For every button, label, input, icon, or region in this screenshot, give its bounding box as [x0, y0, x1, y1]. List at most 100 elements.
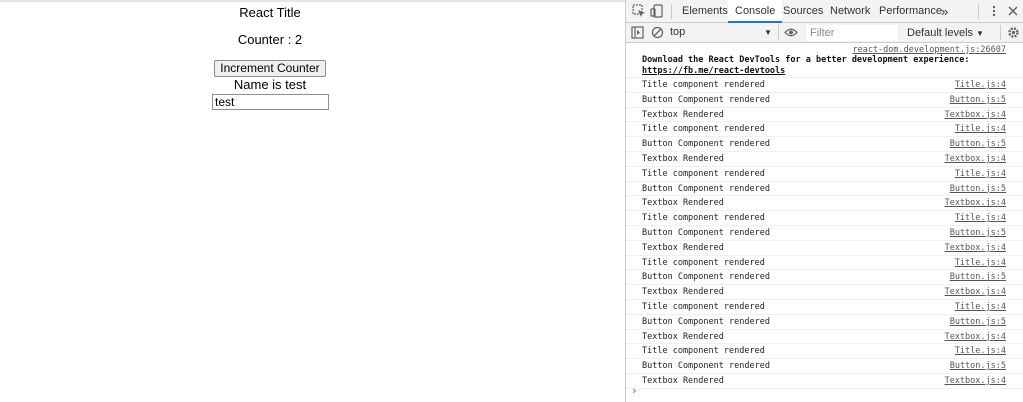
- console-log-row: Button Component rendered Button.js:5: [626, 270, 1023, 286]
- console-log-row: Textbox Rendered Textbox.js:4: [626, 330, 1023, 345]
- console-log-row: Textbox Rendered Textbox.js:4: [626, 285, 1023, 300]
- devtools-panel: Elements Console Sources Network Perform…: [625, 0, 1023, 402]
- close-icon[interactable]: [1006, 4, 1020, 18]
- react-title-heading: React Title: [239, 5, 301, 20]
- console-source-link[interactable]: Title.js:4: [955, 256, 1006, 271]
- context-select-value: top: [670, 26, 686, 38]
- devtools-message-text: Download the React DevTools for a better…: [642, 55, 1010, 77]
- toolbar-divider: [1000, 25, 1001, 40]
- console-source-link[interactable]: Textbox.js:4: [945, 196, 1006, 211]
- tab-sources[interactable]: Sources: [783, 0, 823, 23]
- tab-network[interactable]: Network: [830, 0, 870, 23]
- console-source-link[interactable]: Button.js:5: [950, 359, 1006, 374]
- console-log-row: Textbox Rendered Textbox.js:4: [626, 196, 1023, 212]
- console-source-link[interactable]: Textbox.js:4: [945, 285, 1006, 300]
- tab-elements[interactable]: Elements: [682, 0, 728, 23]
- console-source-link[interactable]: Textbox.js:4: [945, 241, 1006, 256]
- console-log-message: Button Component rendered: [642, 361, 770, 372]
- console-log-message: Textbox Rendered: [642, 375, 724, 386]
- console-log-row: Title component rendered Title.js:4: [626, 256, 1023, 271]
- name-input[interactable]: [212, 94, 329, 110]
- console-source-link[interactable]: Button.js:5: [950, 226, 1006, 241]
- console-toolbar: top ▼ Default levels▼: [626, 23, 1023, 43]
- chevron-down-icon: ▼: [976, 29, 984, 38]
- console-log-row: Button Component rendered Button.js:5: [626, 182, 1023, 197]
- console-source-link[interactable]: Button.js:5: [950, 315, 1006, 330]
- console-source-link[interactable]: Textbox.js:4: [945, 108, 1006, 123]
- console-source-link[interactable]: Textbox.js:4: [945, 374, 1006, 389]
- context-select[interactable]: top ▼: [670, 24, 774, 41]
- console-source-link[interactable]: Title.js:4: [955, 122, 1006, 137]
- tab-performance[interactable]: Performance: [879, 0, 942, 23]
- console-source-link[interactable]: Title.js:4: [955, 344, 1006, 359]
- console-source-link[interactable]: react-dom.development.js:26607: [852, 45, 1006, 55]
- devtools-message-link[interactable]: https://fb.me/react-devtools: [642, 66, 785, 76]
- console-output: react-dom.development.js:26607 Download …: [626, 44, 1023, 402]
- console-log-message: Button Component rendered: [642, 316, 770, 327]
- app-viewport: React Title Counter : 2 Increment Counte…: [0, 0, 625, 402]
- console-log-row: Button Component rendered Button.js:5: [626, 93, 1023, 108]
- console-log-message: Title component rendered: [642, 124, 765, 135]
- console-source-link[interactable]: Title.js:4: [955, 78, 1006, 93]
- chevron-down-icon: ▼: [764, 28, 772, 37]
- console-log-message: Button Component rendered: [642, 183, 770, 194]
- console-source-link[interactable]: Textbox.js:4: [945, 330, 1006, 345]
- kebab-menu-icon[interactable]: [987, 4, 1001, 18]
- console-log-row: Button Component rendered Button.js:5: [626, 226, 1023, 241]
- toolbar-divider: [978, 4, 979, 19]
- eye-icon[interactable]: [784, 26, 798, 40]
- console-log-message: Textbox Rendered: [642, 198, 724, 209]
- console-log-message: Textbox Rendered: [642, 153, 724, 164]
- console-log-row: Textbox Rendered Textbox.js:4: [626, 152, 1023, 167]
- console-source-link[interactable]: Button.js:5: [950, 270, 1006, 285]
- console-log-row: Title component rendered Title.js:4: [626, 211, 1023, 226]
- console-log-row: Title component rendered Title.js:4: [626, 167, 1023, 182]
- clear-console-icon[interactable]: [651, 26, 665, 40]
- inspect-icon[interactable]: [632, 4, 646, 18]
- console-source-link[interactable]: Title.js:4: [955, 167, 1006, 182]
- console-log-row: Title component rendered Title.js:4: [626, 344, 1023, 360]
- console-log-row: Button Component rendered Button.js:5: [626, 359, 1023, 374]
- console-log-row: Title component rendered Title.js:4: [626, 122, 1023, 138]
- console-log-message: Button Component rendered: [642, 94, 770, 105]
- sidebar-toggle-icon[interactable]: [631, 26, 645, 40]
- tab-console[interactable]: Console: [728, 0, 783, 23]
- console-log-message: Title component rendered: [642, 346, 765, 357]
- console-log-message: Button Component rendered: [642, 272, 770, 283]
- console-log-row: Button Component rendered Button.js:5: [626, 315, 1023, 330]
- console-log-message: Button Component rendered: [642, 227, 770, 238]
- console-log-message: Button Component rendered: [642, 139, 770, 150]
- settings-gear-icon[interactable]: [1007, 26, 1021, 40]
- console-log-message: Title component rendered: [642, 80, 765, 90]
- devtools-tabbar: Elements Console Sources Network Perform…: [626, 0, 1023, 23]
- console-prompt[interactable]: ›: [631, 384, 638, 397]
- toolbar-divider: [671, 4, 672, 19]
- console-log-message: Textbox Rendered: [642, 287, 724, 298]
- increment-container: Increment Counter: [0, 59, 540, 77]
- console-log-message: Title component rendered: [642, 257, 765, 268]
- console-log-row: Title component rendered Title.js:4: [626, 300, 1023, 315]
- console-source-link[interactable]: Button.js:5: [950, 93, 1006, 108]
- console-filter-input[interactable]: [806, 25, 898, 41]
- console-log-message: Textbox Rendered: [642, 242, 724, 253]
- console-log-message: Title component rendered: [642, 168, 765, 179]
- console-source-link[interactable]: Textbox.js:4: [945, 152, 1006, 167]
- console-source-link[interactable]: Title.js:4: [955, 300, 1006, 315]
- console-message-devtools: react-dom.development.js:26607 Download …: [626, 44, 1023, 78]
- console-source-link[interactable]: Button.js:5: [950, 137, 1006, 152]
- console-source-link[interactable]: Button.js:5: [950, 182, 1006, 197]
- console-log-row: Textbox Rendered Textbox.js:4: [626, 108, 1023, 123]
- console-log-row: Textbox Rendered Textbox.js:4: [626, 241, 1023, 256]
- counter-text: Counter : 2: [237, 32, 303, 47]
- console-log-message: Title component rendered: [642, 301, 765, 312]
- increment-counter-button[interactable]: Increment Counter: [214, 60, 326, 77]
- log-levels-dropdown[interactable]: Default levels ▼: [907, 23, 984, 43]
- console-log-message: Textbox Rendered: [642, 109, 724, 120]
- log-levels-label: Default levels: [907, 27, 974, 39]
- console-log-row: Button Component rendered Button.js:5: [626, 137, 1023, 152]
- more-tabs-button[interactable]: »: [941, 0, 948, 23]
- device-toggle-icon[interactable]: [650, 4, 664, 18]
- console-source-link[interactable]: Title.js:4: [955, 211, 1006, 226]
- console-log-list: Title component rendered Title.js:4 Button…: [626, 78, 1023, 389]
- console-log-row: Title component rendered Title.js:4: [626, 78, 1023, 93]
